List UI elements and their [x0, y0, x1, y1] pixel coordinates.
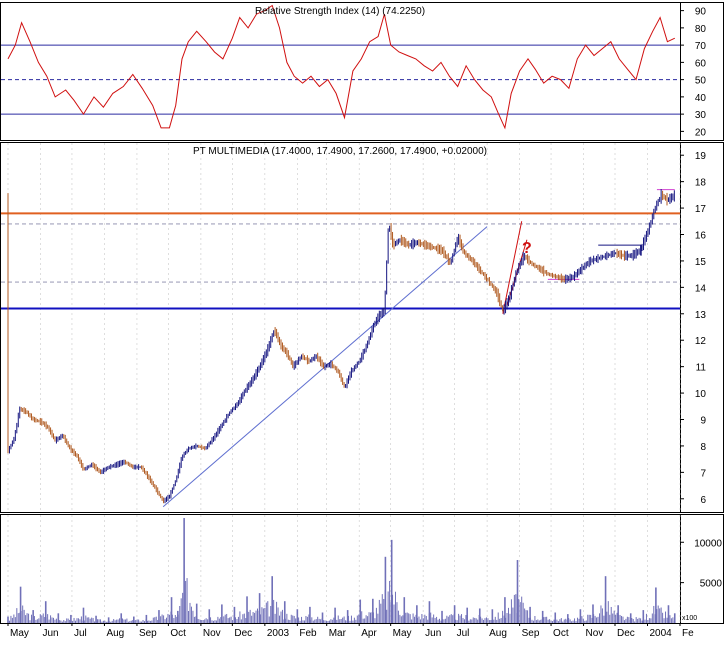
x-tick-label: Nov	[586, 628, 604, 639]
price-tick-label: 14	[695, 283, 707, 294]
rsi-title: Relative Strength Index (14) (74.2250)	[255, 6, 425, 17]
x-tick-label: 2004	[650, 628, 673, 639]
volume-tick-label: 10000	[694, 538, 722, 549]
x-tick-label: Feb	[299, 628, 317, 639]
price-tick-label: 7	[700, 468, 706, 479]
price-tick-label: 12	[695, 336, 707, 347]
price-tick-label: 13	[695, 310, 707, 321]
price-title: PT MULTIMEDIA (17.4000, 17.4900, 17.2600…	[193, 146, 487, 157]
price-tick-label: 16	[695, 231, 707, 242]
rsi-panel-frame	[1, 3, 724, 141]
x-tick-label: Dec	[234, 628, 252, 639]
x-tick-label: Jun	[425, 628, 441, 639]
price-tick-label: 19	[695, 151, 707, 162]
x-tick-label: Dec	[617, 628, 635, 639]
x-tick-label: Jul	[457, 628, 470, 639]
x-tick-label: Jun	[42, 628, 58, 639]
x-tick-label: May	[393, 628, 412, 639]
stock-chart: 20 30 40 50 60 70 80 90 Relative Strength Index …	[0, 0, 724, 641]
chart-root: 20 30 40 50 60 70 80 90 Relative Strength Index …	[0, 0, 724, 641]
price-tick-label: 8	[700, 442, 706, 453]
x-tick-label: Fe	[682, 628, 694, 639]
rsi-tick-label: 50	[695, 76, 707, 87]
rsi-tick-label: 70	[695, 41, 707, 52]
x-tick-label: Sep	[522, 628, 540, 639]
price-tick-label: 17	[695, 204, 707, 215]
rsi-tick-label: 60	[695, 58, 707, 69]
price-tick-label: 10	[695, 389, 707, 400]
x-tick-label: Nov	[203, 628, 221, 639]
price-tick-label: 11	[696, 363, 707, 374]
x-tick-label: May	[10, 628, 29, 639]
price-tick-label: 15	[695, 257, 707, 268]
x-tick-label: 2003	[267, 628, 290, 639]
price-tick-label: 6	[700, 495, 706, 506]
x-tick-label: Aug	[489, 628, 507, 639]
rsi-tick-label: 20	[695, 127, 707, 138]
price-tick-label: 18	[695, 178, 707, 189]
price-tick-label: 9	[700, 416, 706, 427]
x-tick-label: Sep	[139, 628, 157, 639]
rsi-tick-label: 90	[695, 7, 707, 18]
rsi-tick-label: 80	[695, 24, 707, 35]
x-tick-label: Mar	[329, 628, 347, 639]
x-tick-label: Jul	[74, 628, 87, 639]
volume-scale-label: x100	[682, 615, 697, 622]
x-tick-label: Apr	[361, 628, 377, 639]
x-tick-label: Oct	[170, 628, 186, 639]
x-tick-label: Oct	[553, 628, 569, 639]
x-tick-label: Aug	[106, 628, 124, 639]
question-mark-annotation: ?	[522, 240, 532, 257]
rsi-tick-label: 30	[695, 110, 707, 121]
volume-tick-label: 5000	[700, 579, 723, 590]
rsi-tick-label: 40	[695, 93, 707, 104]
